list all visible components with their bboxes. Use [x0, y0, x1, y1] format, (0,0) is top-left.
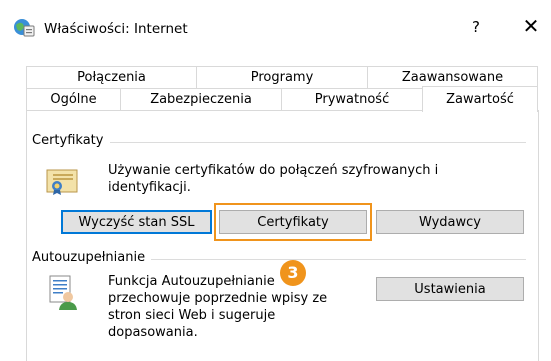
autocomplete-description-line1: Funkcja Autouzupełnianie — [108, 274, 275, 289]
tab-content[interactable]: Zawartość — [422, 86, 538, 112]
tab-row-back: Połączenia Programy Zaawansowane — [26, 66, 538, 88]
certificate-icon — [46, 169, 78, 195]
certificates-group-divider — [110, 142, 526, 143]
autocomplete-description-line2: przechowuje poprzednie wpisy ze — [108, 291, 328, 306]
tab-programs[interactable]: Programy — [196, 66, 368, 88]
window-title: Właściwości: Internet — [44, 21, 188, 37]
help-button[interactable]: ? — [466, 18, 486, 36]
tab-row-front: Ogólne Zabezpieczenia Prywatność Zawarto… — [26, 86, 538, 112]
autocomplete-description-line3: stron sieci Web i sugeruje — [108, 308, 276, 323]
tab-connections[interactable]: Połączenia — [26, 66, 197, 88]
internet-options-icon — [14, 19, 35, 37]
certificates-group-label: Certyfikaty — [32, 133, 110, 148]
tab-general[interactable]: Ogólne — [26, 88, 121, 110]
title-bar: Właściwości: Internet ? ✕ — [0, 0, 551, 48]
close-button[interactable]: ✕ — [520, 16, 542, 36]
autocomplete-icon — [49, 275, 77, 310]
autocomplete-description-line4: dopasowania. — [108, 325, 198, 340]
certificates-description-line2: identyfikacji. — [108, 180, 191, 195]
clear-ssl-state-button[interactable]: Wyczyść stan SSL — [61, 210, 212, 234]
certificates-description-line1: Używanie certyfikatów do połączeń szyfro… — [108, 163, 439, 178]
autocomplete-settings-button[interactable]: Ustawienia — [376, 277, 524, 301]
highlight-frame — [214, 203, 372, 241]
autocomplete-group-label: Autouzupełnianie — [32, 250, 152, 265]
tab-advanced[interactable]: Zaawansowane — [367, 66, 538, 88]
step-badge: 3 — [280, 260, 306, 286]
tab-security[interactable]: Zabezpieczenia — [120, 88, 282, 110]
autocomplete-group-divider — [145, 259, 526, 260]
publishers-button[interactable]: Wydawcy — [376, 210, 524, 234]
tab-privacy[interactable]: Prywatność — [281, 88, 423, 110]
